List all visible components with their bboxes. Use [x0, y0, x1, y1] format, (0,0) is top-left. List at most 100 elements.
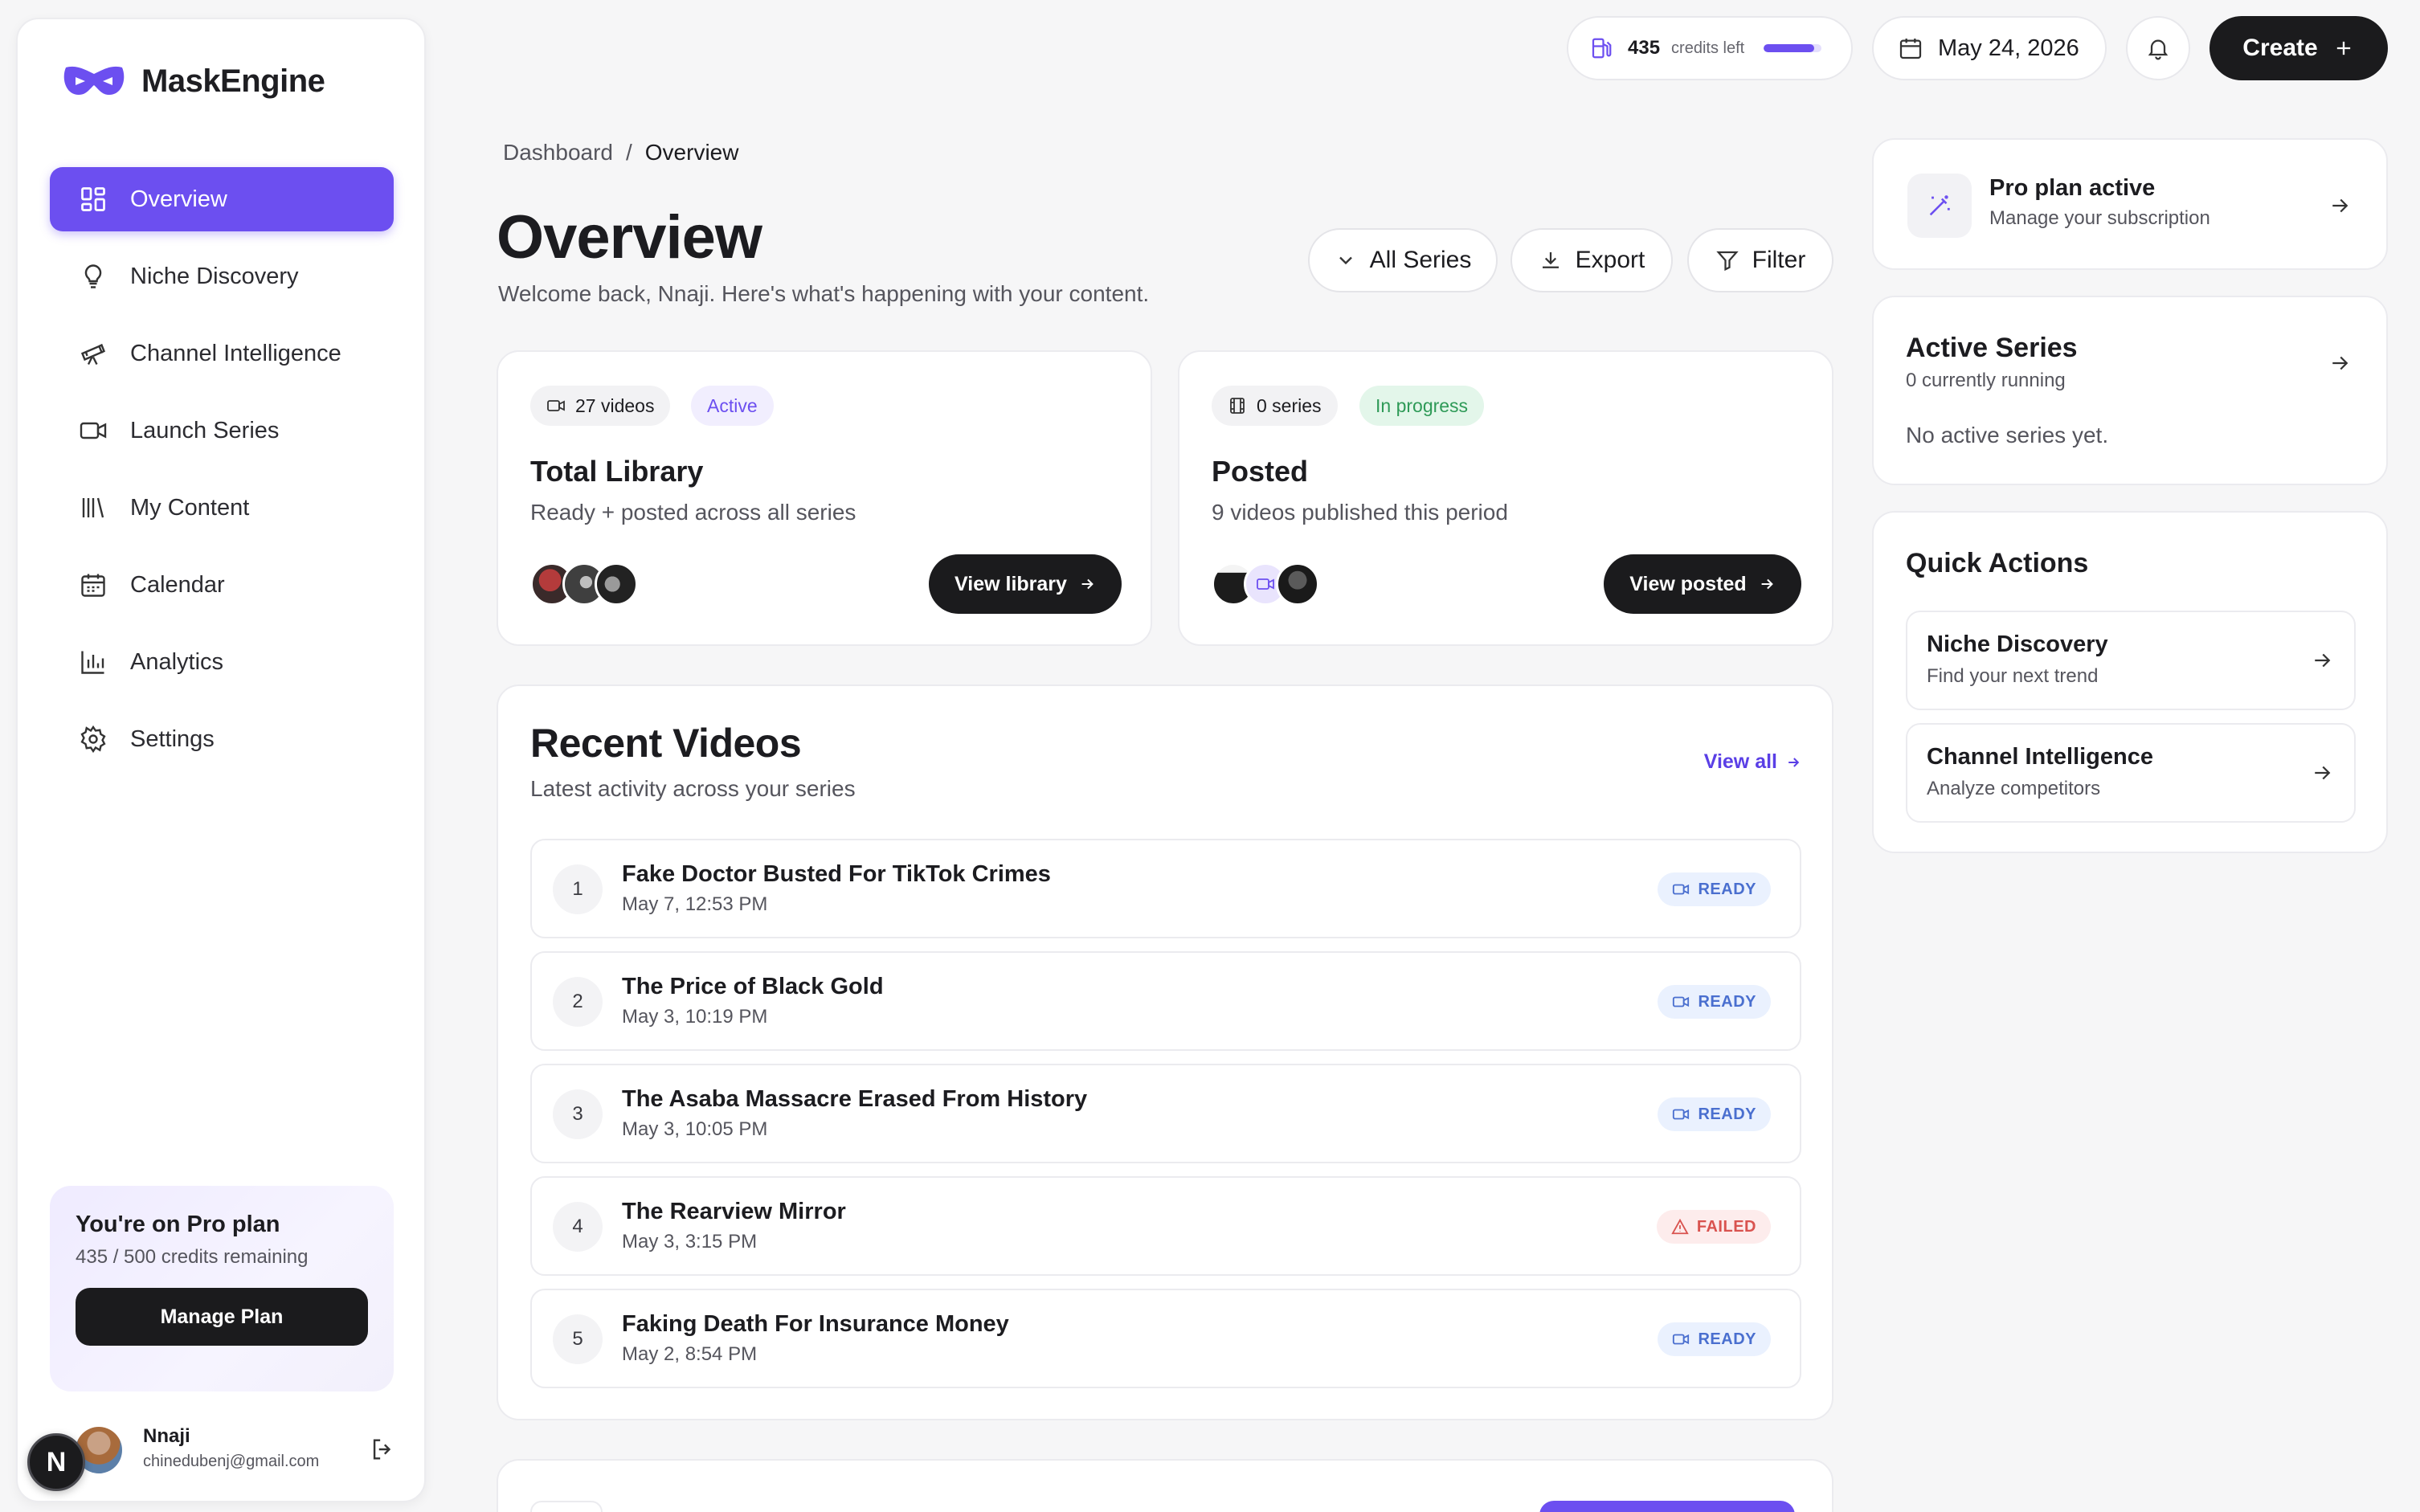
bell-icon — [2145, 35, 2171, 61]
sidebar-item-settings[interactable]: Settings — [50, 707, 394, 771]
user-name: Nnaji — [143, 1425, 190, 1447]
magic-wand-icon — [1907, 174, 1972, 238]
breadcrumb-current: Overview — [644, 140, 739, 165]
video-number: 5 — [553, 1314, 603, 1364]
video-list-item[interactable]: 2 The Price of Black Gold May 3, 10:19 P… — [530, 951, 1801, 1051]
status-label: READY — [1698, 1330, 1756, 1348]
sidebar-item-my-content[interactable]: My Content — [50, 476, 394, 540]
video-list-item[interactable]: 1 Fake Doctor Busted For TikTok Crimes M… — [530, 839, 1801, 938]
manage-plan-button[interactable]: Manage Plan — [76, 1288, 368, 1346]
series-filter-dropdown[interactable]: All Series — [1308, 228, 1498, 292]
plan-credits: 435 / 500 credits remaining — [76, 1246, 309, 1268]
quick-action-niche-discovery[interactable]: Niche Discovery Find your next trend — [1906, 611, 2356, 710]
next-section-button[interactable] — [1539, 1501, 1795, 1512]
sidebar-item-niche-discovery[interactable]: Niche Discovery — [50, 244, 394, 309]
bar-chart-icon — [77, 646, 109, 678]
arrow-right-icon — [1078, 575, 1096, 593]
warning-icon — [1671, 1218, 1689, 1236]
sidebar-item-label: Overview — [130, 186, 227, 212]
create-button[interactable]: Create — [2209, 16, 2388, 80]
sidebar-item-label: My Content — [130, 494, 250, 521]
series-filter-label: All Series — [1369, 247, 1472, 273]
notifications-button[interactable] — [2126, 16, 2190, 80]
arrow-right-icon — [2325, 191, 2354, 220]
quick-actions-title: Quick Actions — [1906, 548, 2089, 578]
calendar-icon — [77, 569, 109, 601]
status-badge: READY — [1658, 985, 1771, 1019]
video-list-item[interactable]: 3 The Asaba Massacre Erased From History… — [530, 1064, 1801, 1163]
date-picker[interactable]: May 24, 2026 — [1872, 16, 2107, 80]
series-count: 0 series — [1257, 394, 1322, 416]
brand[interactable]: MaskEngine — [61, 63, 325, 100]
sidebar-item-label: Niche Discovery — [130, 263, 299, 289]
filter-button[interactable]: Filter — [1687, 228, 1833, 292]
posted-title: Posted — [1212, 455, 1309, 488]
posted-subtitle: 9 videos published this period — [1212, 500, 1508, 525]
quick-action-channel-intelligence[interactable]: Channel Intelligence Analyze competitors — [1906, 723, 2356, 823]
breadcrumb-dashboard[interactable]: Dashboard — [503, 140, 613, 166]
active-series-card[interactable]: Active Series 0 currently running No act… — [1872, 296, 2388, 485]
next-section-card — [497, 1459, 1833, 1512]
view-all-label: View all — [1703, 750, 1777, 773]
breadcrumb-separator: / — [625, 140, 632, 165]
filter-label: Filter — [1752, 247, 1806, 273]
quick-action-subtitle: Find your next trend — [1927, 665, 2099, 687]
video-camera-icon — [546, 396, 566, 415]
status-badge: FAILED — [1656, 1210, 1771, 1244]
sidebar-item-calendar[interactable]: Calendar — [50, 553, 394, 617]
user-profile[interactable]: Nnaji chinedubenj@gmail.com — [59, 1424, 397, 1475]
plus-icon — [2332, 37, 2355, 59]
sidebar-item-overview[interactable]: Overview — [50, 167, 394, 231]
status-label: READY — [1698, 992, 1756, 1011]
video-date: May 2, 8:54 PM — [622, 1343, 758, 1365]
recent-videos-title: Recent Videos — [530, 721, 802, 766]
sidebar-nav: Overview Niche Discovery Channel Intelli… — [50, 167, 394, 784]
export-button[interactable]: Export — [1510, 228, 1673, 292]
credits-indicator[interactable]: 435 credits left — [1567, 16, 1853, 80]
create-label: Create — [2242, 35, 2318, 61]
filter-icon — [1715, 248, 1739, 272]
view-all-link[interactable]: View all — [1704, 750, 1801, 774]
active-series-subtitle: 0 currently running — [1906, 370, 2066, 391]
thumbnail — [1276, 562, 1319, 606]
sidebar: MaskEngine Overview Niche Discovery Chan… — [16, 18, 426, 1502]
sidebar-item-label: Analytics — [130, 648, 224, 675]
logout-icon[interactable] — [368, 1435, 397, 1464]
video-title: The Asaba Massacre Erased From History — [622, 1086, 1088, 1112]
recent-videos-subtitle: Latest activity across your series — [530, 776, 856, 801]
status-badge: Active — [691, 386, 774, 426]
gear-icon — [77, 723, 109, 755]
sidebar-item-analytics[interactable]: Analytics — [50, 630, 394, 694]
user-initial-badge[interactable]: N — [27, 1433, 85, 1491]
plan-card: You're on Pro plan 435 / 500 credits rem… — [50, 1186, 394, 1391]
arrow-right-icon — [2325, 349, 2354, 378]
video-list-item[interactable]: 4 The Rearview Mirror May 3, 3:15 PM FAI… — [530, 1176, 1801, 1276]
video-camera-icon — [1672, 1105, 1690, 1123]
quick-action-title: Channel Intelligence — [1927, 744, 2153, 770]
view-library-button[interactable]: View library — [929, 554, 1122, 614]
sidebar-item-channel-intelligence[interactable]: Channel Intelligence — [50, 321, 394, 386]
dashboard-icon — [77, 183, 109, 215]
download-icon — [1539, 248, 1563, 272]
video-camera-icon — [1672, 1330, 1690, 1348]
user-email: chinedubenj@gmail.com — [143, 1453, 320, 1470]
next-section-icon — [530, 1501, 603, 1512]
quick-action-title: Niche Discovery — [1927, 631, 2108, 657]
library-icon — [77, 492, 109, 524]
page-subtitle: Welcome back, Nnaji. Here's what's happe… — [498, 281, 1150, 306]
pro-plan-title: Pro plan active — [1989, 175, 2156, 201]
view-posted-button[interactable]: View posted — [1604, 554, 1801, 614]
pro-plan-card[interactable]: Pro plan active Manage your subscription — [1872, 138, 2388, 270]
thumbnail — [595, 562, 638, 606]
video-title: Fake Doctor Busted For TikTok Crimes — [622, 861, 1051, 887]
video-number: 2 — [553, 977, 603, 1027]
quick-actions-card: Quick Actions Niche Discovery Find your … — [1872, 511, 2388, 853]
pro-plan-subtitle: Manage your subscription — [1989, 207, 2210, 229]
status-label: READY — [1698, 880, 1756, 898]
total-library-card: 27 videos Active Total Library Ready + p… — [497, 350, 1152, 646]
video-date: May 3, 10:05 PM — [622, 1118, 768, 1140]
video-list-item[interactable]: 5 Faking Death For Insurance Money May 2… — [530, 1289, 1801, 1388]
sidebar-item-launch-series[interactable]: Launch Series — [50, 398, 394, 463]
video-camera-icon — [77, 415, 109, 447]
sidebar-item-label: Launch Series — [130, 417, 280, 443]
